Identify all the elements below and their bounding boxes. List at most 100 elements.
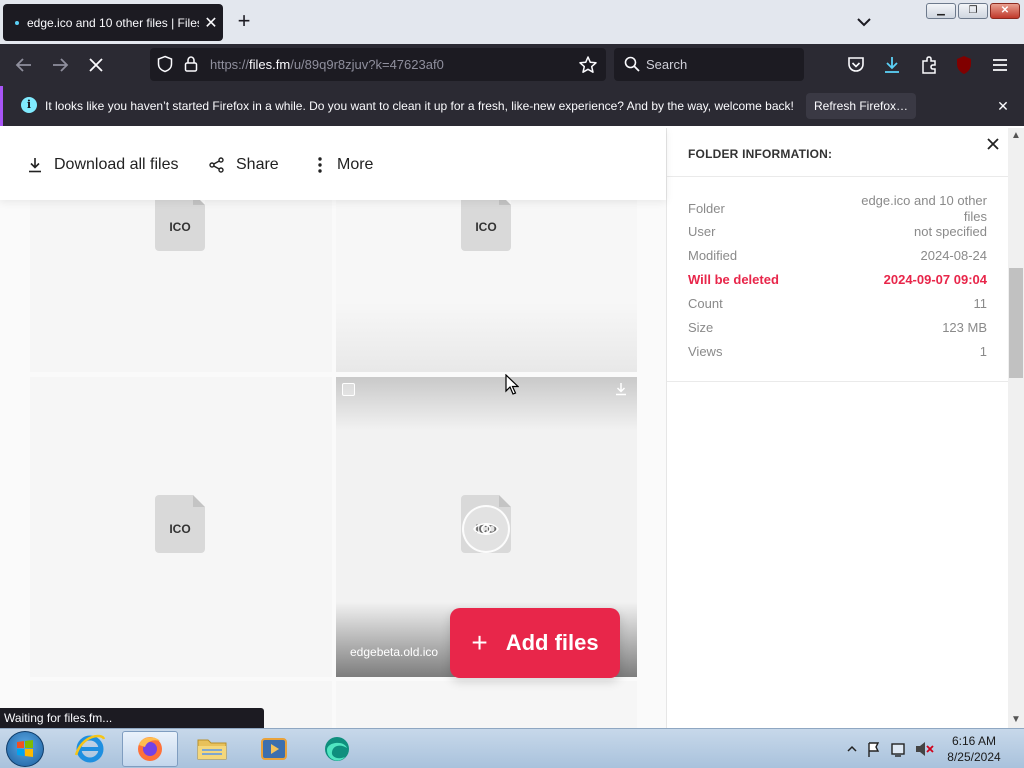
- file-tile[interactable]: ICO: [336, 198, 637, 372]
- shield-icon[interactable]: [156, 55, 174, 73]
- taskbar-firefox[interactable]: [122, 731, 178, 767]
- scrollbar-thumb[interactable]: [1009, 268, 1023, 378]
- taskbar-edge[interactable]: [308, 731, 364, 767]
- info-key: Modified: [688, 248, 738, 263]
- edge-icon: [325, 737, 349, 761]
- folder-info-panel: FOLDER INFORMATION: Folder edge.ico and …: [666, 128, 1009, 728]
- info-value: 1: [979, 344, 987, 359]
- scroll-down-arrow-icon[interactable]: ▼: [1008, 712, 1024, 728]
- url-bar[interactable]: https://files.fm/u/89q9r8zjuv?k=47623af0: [150, 48, 606, 81]
- window-restore-button[interactable]: ❐: [958, 3, 988, 19]
- share-label: Share: [236, 156, 279, 173]
- download-icon[interactable]: [613, 381, 629, 397]
- notification-close-button[interactable]: ✕: [993, 96, 1013, 116]
- pocket-icon[interactable]: [844, 53, 868, 77]
- scroll-up-arrow-icon[interactable]: ▲: [1008, 128, 1024, 144]
- ico-file-icon: ICO: [155, 495, 205, 553]
- window-close-button[interactable]: ✕: [990, 3, 1020, 19]
- page-content: Download all files Share More ICO ICO IC…: [0, 128, 1024, 728]
- info-value: 11: [973, 296, 988, 311]
- search-placeholder: Search: [646, 57, 688, 72]
- clock-time: 6:16 AM: [951, 734, 997, 748]
- tab-title: edge.ico and 10 other files | Files.fm: [27, 15, 199, 30]
- more-button[interactable]: More: [313, 153, 373, 177]
- info-icon: i: [21, 97, 37, 113]
- ico-file-icon: ICO: [155, 198, 205, 251]
- info-key: Size: [688, 320, 714, 335]
- extensions-puzzle-icon[interactable]: [917, 53, 941, 77]
- taskbar-media-player[interactable]: [246, 731, 302, 767]
- ublock-shield-icon[interactable]: [952, 53, 976, 77]
- tab-close-button[interactable]: ✕: [199, 13, 223, 33]
- nav-toolbar: https://files.fm/u/89q9r8zjuv?k=47623af0…: [0, 44, 1024, 106]
- mouse-cursor-icon: [505, 374, 519, 395]
- preview-eye-icon[interactable]: [462, 505, 510, 553]
- tray-clock[interactable]: 6:16 AM 8/25/2024: [942, 733, 1006, 765]
- ico-file-icon: ICO: [461, 198, 511, 251]
- search-icon: [624, 56, 640, 72]
- lock-icon[interactable]: [182, 55, 200, 73]
- window-minimize-button[interactable]: ▁: [926, 3, 956, 19]
- taskbar-internet-explorer[interactable]: [62, 731, 118, 767]
- folder-icon: [197, 739, 227, 760]
- info-key: User: [688, 224, 716, 239]
- info-key: Views: [688, 344, 723, 359]
- file-tile[interactable]: ICO: [30, 377, 332, 677]
- internet-explorer-icon: [74, 734, 106, 763]
- file-tile[interactable]: [336, 681, 637, 728]
- stop-loading-button[interactable]: [83, 53, 109, 77]
- download-all-button[interactable]: Download all files: [26, 153, 179, 177]
- url-host: files.fm: [249, 57, 291, 72]
- divider: [667, 176, 1009, 177]
- download-icon: [29, 158, 41, 173]
- hamburger-menu-icon[interactable]: [988, 53, 1012, 77]
- clock-date: 8/25/2024: [947, 750, 1001, 764]
- info-value: not specified: [914, 224, 987, 239]
- notification-message: It looks like you haven’t started Firefo…: [45, 99, 794, 113]
- file-tile[interactable]: ICO: [30, 198, 332, 372]
- chevron-down-icon[interactable]: [852, 12, 876, 32]
- info-key: Will be deleted: [688, 272, 779, 287]
- start-button[interactable]: [6, 731, 44, 767]
- file-grid: Download all files Share More ICO ICO IC…: [0, 128, 666, 728]
- windows-logo-icon: [17, 740, 33, 757]
- action-bar: Download all files Share More: [0, 128, 666, 200]
- url-path: /u/89q9r8zjuv?k=47623af0: [290, 57, 444, 72]
- media-player-icon: [261, 738, 287, 760]
- search-bar[interactable]: Search: [614, 48, 804, 81]
- tab-bar: edge.ico and 10 other files | Files.fm ✕…: [0, 0, 1024, 44]
- taskbar-file-explorer[interactable]: [184, 731, 240, 767]
- downloads-icon[interactable]: [880, 53, 904, 77]
- tab-loading-indicator: [15, 20, 19, 25]
- more-vertical-icon: [318, 157, 322, 173]
- info-row-folder: Folder edge.ico and 10 other files: [688, 193, 987, 227]
- info-value: edge.ico and 10 other files: [861, 193, 987, 224]
- add-files-button[interactable]: + Add files: [450, 608, 620, 678]
- close-icon[interactable]: [983, 134, 1003, 154]
- system-tray: 6:16 AM 8/25/2024: [842, 729, 1024, 768]
- bookmark-star-icon[interactable]: [578, 55, 598, 75]
- url-text[interactable]: https://files.fm/u/89q9r8zjuv?k=47623af0: [210, 57, 444, 72]
- scrollbar-track[interactable]: [1008, 128, 1024, 728]
- status-bar: Waiting for files.fm...: [0, 708, 264, 728]
- tab-active[interactable]: edge.ico and 10 other files | Files.fm ✕: [3, 4, 223, 41]
- divider: [667, 381, 1009, 382]
- info-value: 2024-08-24: [920, 248, 988, 263]
- url-prefix: https://: [210, 57, 250, 72]
- new-tab-button[interactable]: +: [232, 10, 256, 34]
- file-name: edgebeta.old.ico: [350, 645, 439, 659]
- share-button[interactable]: Share: [208, 153, 279, 177]
- notification-bar: i It looks like you haven’t started Fire…: [0, 86, 1024, 126]
- forward-button[interactable]: [47, 53, 73, 77]
- plus-icon: +: [471, 627, 488, 658]
- back-button[interactable]: [11, 53, 37, 77]
- select-checkbox[interactable]: [342, 383, 355, 396]
- share-icon: [209, 157, 224, 173]
- info-value: 2024-09-07 09:04: [883, 272, 987, 287]
- firefox-icon: [138, 737, 162, 761]
- add-files-label: Add files: [505, 630, 599, 655]
- taskbar: 6:16 AM 8/25/2024: [0, 728, 1024, 768]
- info-key: Count: [688, 296, 723, 311]
- refresh-firefox-button[interactable]: Refresh Firefox…: [806, 93, 916, 119]
- folder-info-title: FOLDER INFORMATION:: [688, 147, 833, 161]
